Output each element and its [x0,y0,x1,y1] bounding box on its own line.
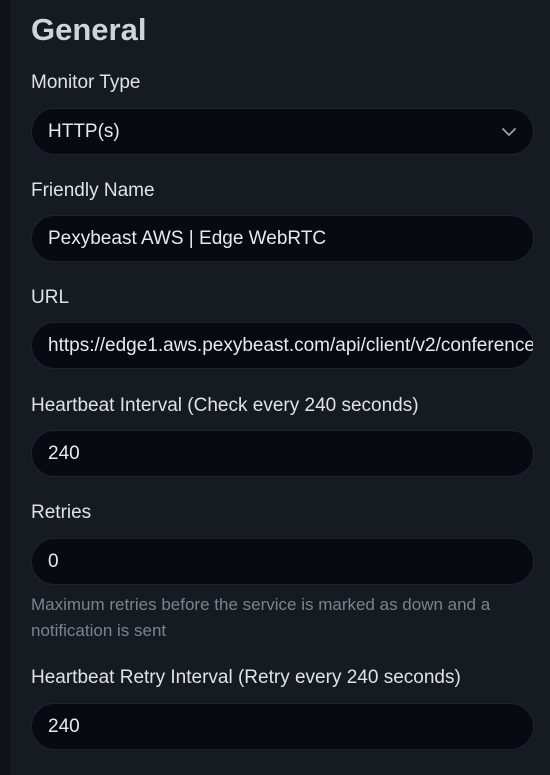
url-label: URL [31,287,70,308]
retries-help-text: Maximum retries before the service is ma… [31,595,491,640]
retry-interval-input[interactable]: 240 [31,703,534,750]
retries-value: 0 [48,551,59,572]
retries-label: Retries [31,502,92,523]
monitor-settings-panel: General Monitor Type HTTP(s) Friendly Na… [0,0,550,775]
heartbeat-interval-value: 240 [48,443,80,464]
chevron-down-icon [502,128,516,136]
retry-interval-value: 240 [48,716,80,737]
left-edge-strip [0,0,10,775]
monitor-type-value: HTTP(s) [48,121,120,142]
heartbeat-interval-label: Heartbeat Interval (Check every 240 seco… [31,395,419,416]
url-input[interactable]: https://edge1.aws.pexybeast.com/api/clie… [31,322,534,369]
section-title: General [31,12,147,47]
retries-input[interactable]: 0 [31,538,534,585]
friendly-name-input[interactable]: Pexybeast AWS | Edge WebRTC [31,215,534,262]
monitor-type-label: Monitor Type [31,72,141,93]
friendly-name-label: Friendly Name [31,180,155,201]
heartbeat-interval-input[interactable]: 240 [31,430,534,477]
url-value: https://edge1.aws.pexybeast.com/api/clie… [48,335,534,356]
friendly-name-value: Pexybeast AWS | Edge WebRTC [48,228,327,249]
retry-interval-label: Heartbeat Retry Interval (Retry every 24… [31,667,461,688]
monitor-type-select[interactable]: HTTP(s) [31,108,534,155]
